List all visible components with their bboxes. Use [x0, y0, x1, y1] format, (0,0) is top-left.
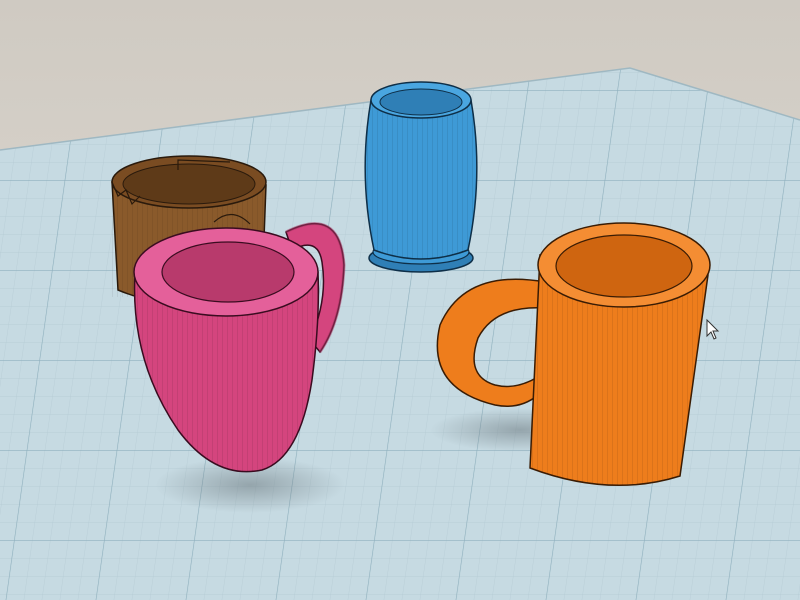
- 3d-design-viewport[interactable]: [0, 0, 800, 600]
- 3d-scene[interactable]: [0, 0, 800, 600]
- blue-cup[interactable]: [364, 81, 478, 273]
